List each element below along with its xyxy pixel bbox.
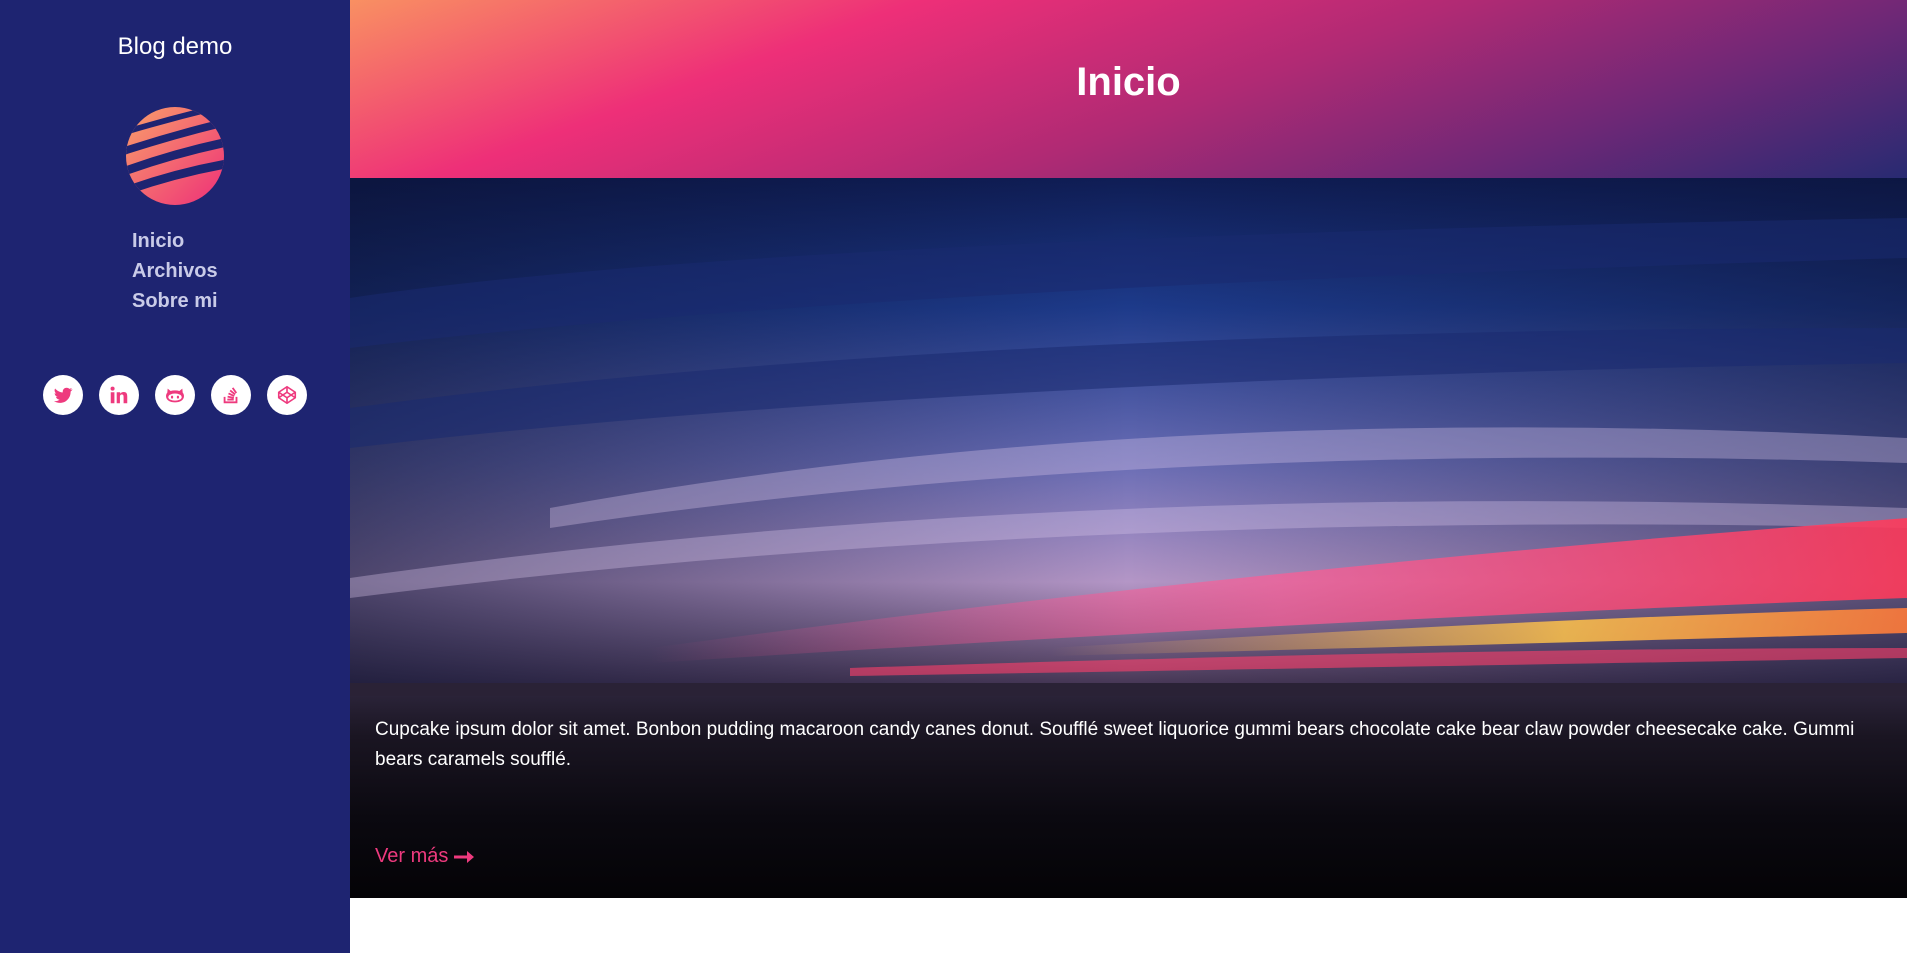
nav-item-archivos[interactable]: Archivos [132, 260, 218, 282]
stackoverflow-link[interactable] [211, 375, 251, 415]
linkedin-link[interactable] [99, 375, 139, 415]
read-more-label: Ver más [375, 845, 449, 867]
page-header: Inicio [350, 0, 1907, 178]
page-title: Inicio [1076, 60, 1181, 104]
arrow-right-icon [454, 850, 475, 863]
nav-item-sobre-mi[interactable]: Sobre mi [132, 290, 218, 312]
twitter-icon [53, 387, 73, 403]
site-title[interactable]: Blog demo [0, 33, 350, 61]
github-link[interactable] [155, 375, 195, 415]
sunset-cover-image [350, 178, 1907, 696]
stackoverflow-icon [223, 387, 238, 404]
read-more-link[interactable]: Ver más [375, 845, 475, 868]
globe-logo-icon[interactable] [125, 106, 225, 206]
codepen-link[interactable] [267, 375, 307, 415]
sidebar: Blog demo Inicio Archivos Sobre mi [0, 0, 350, 953]
page: Blog demo Inicio Archivos Sobre mi Inici… [0, 0, 1907, 953]
codepen-icon [277, 385, 297, 405]
linkedin-icon [110, 386, 128, 404]
featured-post[interactable]: Cupcake ipsum dolor sit amet. Bonbon pud… [350, 178, 1907, 898]
main-nav: Inicio Archivos Sobre mi [132, 226, 218, 316]
nav-item-inicio[interactable]: Inicio [132, 230, 184, 252]
twitter-link[interactable] [43, 375, 83, 415]
github-icon [166, 388, 184, 403]
post-excerpt: Cupcake ipsum dolor sit amet. Bonbon pud… [375, 719, 1855, 770]
social-links [43, 375, 307, 415]
